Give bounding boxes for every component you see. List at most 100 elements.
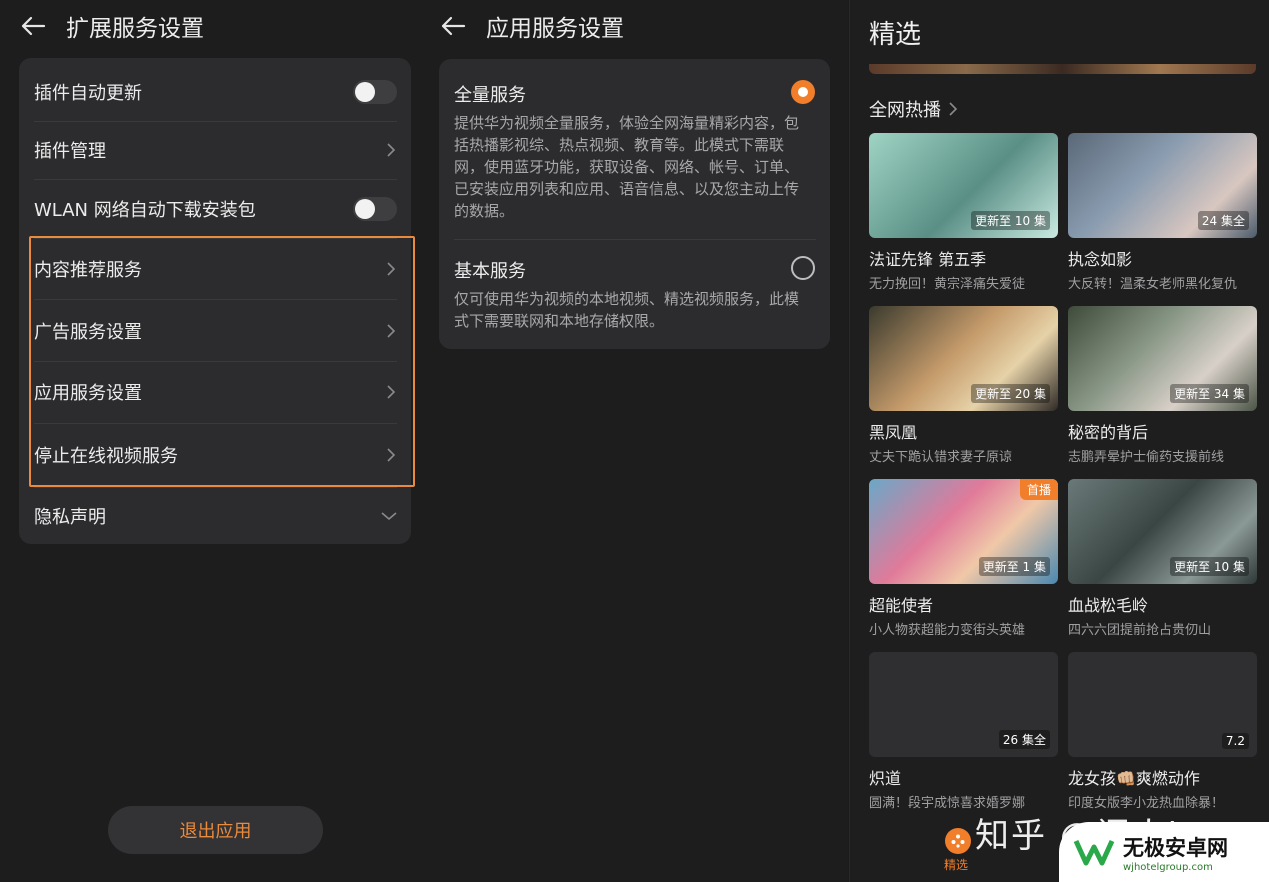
row-label: 停止在线视频服务 bbox=[34, 446, 178, 467]
video-thumbnail: 更新至 34 集 bbox=[1068, 306, 1257, 411]
row-label: 应用服务设置 bbox=[34, 383, 142, 404]
row-plugin-management[interactable]: 插件管理 bbox=[34, 130, 397, 170]
episode-badge: 更新至 10 集 bbox=[971, 211, 1050, 230]
row-label: 隐私声明 bbox=[34, 507, 106, 528]
video-title: 执念如影 bbox=[1068, 250, 1133, 269]
chevron-right-icon bbox=[387, 385, 396, 399]
chevron-right-icon bbox=[387, 262, 396, 276]
video-card[interactable]: 更新至 10 集 法证先锋 第五季 无力挽回！黄宗泽痛失爱徒 bbox=[869, 133, 1058, 292]
site-watermark: 无极安卓网 wjhotelgroup.com bbox=[1059, 822, 1269, 882]
section-title: 全网热播 bbox=[869, 100, 941, 121]
row-privacy-statement[interactable]: 隐私声明 bbox=[34, 496, 397, 536]
video-title: 炽道 bbox=[869, 769, 902, 788]
divider bbox=[34, 361, 397, 362]
chevron-right-icon bbox=[387, 143, 396, 157]
page-title: 扩展服务设置 bbox=[66, 16, 204, 42]
row-ad-settings[interactable]: 广告服务设置 bbox=[34, 311, 397, 351]
row-label: 广告服务设置 bbox=[34, 322, 142, 343]
row-label: WLAN 网络自动下载安装包 bbox=[34, 200, 256, 221]
divider bbox=[454, 239, 816, 240]
row-label: 插件自动更新 bbox=[34, 83, 142, 104]
divider bbox=[34, 121, 397, 122]
row-plugin-auto-update[interactable]: 插件自动更新 bbox=[34, 72, 397, 112]
full-service-radio[interactable] bbox=[791, 80, 815, 104]
video-subtitle: 小人物获超能力变街头英雄 bbox=[869, 623, 1026, 638]
video-subtitle: 志鹏弄晕护士偷药支援前线 bbox=[1068, 450, 1225, 465]
episode-badge: 更新至 10 集 bbox=[1170, 557, 1249, 576]
divider bbox=[34, 487, 397, 488]
episode-badge: 24 集全 bbox=[1197, 211, 1249, 230]
banner-image[interactable] bbox=[869, 64, 1256, 74]
section-header-trending[interactable]: 全网热播 bbox=[869, 96, 959, 122]
video-thumbnail: 更新至 10 集 bbox=[1068, 479, 1257, 584]
episode-badge: 更新至 1 集 bbox=[978, 557, 1050, 576]
video-card[interactable]: 更新至 34 集 秘密的背后 志鹏弄晕护士偷药支援前线 bbox=[1068, 306, 1257, 465]
video-title: 法证先锋 第五季 bbox=[869, 250, 987, 269]
video-card[interactable]: 7.2 龙女孩👊🏼爽燃动作 印度女版李小龙热血除暴！ bbox=[1068, 652, 1257, 811]
dots-icon bbox=[951, 834, 965, 848]
video-thumbnail: 7.2 bbox=[1068, 652, 1257, 757]
episode-badge: 更新至 20 集 bbox=[971, 384, 1050, 403]
video-thumbnail: 首播 更新至 1 集 bbox=[869, 479, 1058, 584]
video-title: 黑凤凰 bbox=[869, 423, 918, 442]
video-thumbnail: 26 集全 bbox=[869, 652, 1058, 757]
video-title: 超能使者 bbox=[869, 596, 934, 615]
site-logo-icon bbox=[1071, 833, 1117, 871]
option-description: 提供华为视频全量服务，体验全网海量精彩内容，包括热播影视综、热点视频、教育等。此… bbox=[454, 114, 800, 220]
option-description: 仅可使用华为视频的本地视频、精选视频服务，此模式下需要联网和本地存储权限。 bbox=[454, 290, 800, 330]
back-arrow-icon bbox=[441, 16, 466, 36]
video-subtitle: 大反转！温柔女老师黑化复仇 bbox=[1068, 277, 1238, 292]
video-thumbnail: 更新至 20 集 bbox=[869, 306, 1058, 411]
service-options-card: 全量服务 提供华为视频全量服务，体验全网海量精彩内容，包括热播影视综、热点视频、… bbox=[439, 59, 830, 349]
page-title: 应用服务设置 bbox=[486, 16, 624, 42]
divider bbox=[34, 238, 397, 239]
option-title: 全量服务 bbox=[454, 85, 526, 106]
chevron-right-icon bbox=[387, 448, 396, 462]
toggle-knob bbox=[355, 82, 375, 102]
back-arrow-icon bbox=[21, 16, 46, 36]
featured-tab-icon[interactable] bbox=[945, 828, 971, 854]
row-app-service-settings[interactable]: 应用服务设置 bbox=[34, 372, 397, 412]
rating-badge: 7.2 bbox=[1221, 733, 1249, 749]
featured-tab-label[interactable]: 精选 bbox=[944, 856, 968, 873]
wlan-auto-download-toggle[interactable] bbox=[353, 197, 397, 221]
basic-service-radio[interactable] bbox=[791, 256, 815, 280]
premiere-badge: 首播 bbox=[1019, 479, 1058, 500]
row-content-recommendation[interactable]: 内容推荐服务 bbox=[34, 249, 397, 289]
video-title: 血战松毛岭 bbox=[1068, 596, 1149, 615]
chevron-down-icon bbox=[381, 512, 397, 521]
video-title: 龙女孩👊🏼爽燃动作 bbox=[1068, 769, 1200, 788]
extension-settings-panel: 扩展服务设置 插件自动更新 插件管理 WLAN 网络自动下载安装包 内容推荐服务… bbox=[0, 0, 428, 882]
video-subtitle: 四六六团提前抢占贵仞山 bbox=[1068, 623, 1212, 638]
video-thumbnail: 更新至 10 集 bbox=[869, 133, 1058, 238]
page-title: 精选 bbox=[869, 20, 922, 50]
video-subtitle: 丈夫下跪认错求妻子原谅 bbox=[869, 450, 1013, 465]
row-label: 内容推荐服务 bbox=[34, 260, 142, 281]
exit-app-button[interactable]: 退出应用 bbox=[108, 806, 323, 854]
site-name: 无极安卓网 bbox=[1123, 835, 1228, 860]
site-url: wjhotelgroup.com bbox=[1123, 861, 1213, 873]
settings-card: 插件自动更新 插件管理 WLAN 网络自动下载安装包 内容推荐服务 广告服务设置… bbox=[19, 58, 411, 544]
video-card[interactable]: 26 集全 炽道 圆满！段宇成惊喜求婚罗娜 bbox=[869, 652, 1058, 811]
app-service-settings-panel: 应用服务设置 全量服务 提供华为视频全量服务，体验全网海量精彩内容，包括热播影视… bbox=[428, 0, 848, 882]
back-button[interactable] bbox=[438, 11, 468, 41]
divider bbox=[34, 423, 397, 424]
row-wlan-auto-download[interactable]: WLAN 网络自动下载安装包 bbox=[34, 189, 397, 229]
video-thumbnail: 24 集全 bbox=[1068, 133, 1257, 238]
video-title: 秘密的背后 bbox=[1068, 423, 1149, 442]
video-card[interactable]: 24 集全 执念如影 大反转！温柔女老师黑化复仇 bbox=[1068, 133, 1257, 292]
header: 应用服务设置 bbox=[438, 8, 624, 44]
episode-badge: 26 集全 bbox=[998, 730, 1050, 749]
plugin-auto-update-toggle[interactable] bbox=[353, 80, 397, 104]
episode-badge: 更新至 34 集 bbox=[1170, 384, 1249, 403]
featured-panel: 精选 全网热播 更新至 10 集 法证先锋 第五季 无力挽回！黄宗泽痛失爱徒 2… bbox=[849, 0, 1269, 882]
video-card[interactable]: 更新至 10 集 血战松毛岭 四六六团提前抢占贵仞山 bbox=[1068, 479, 1257, 638]
back-button[interactable] bbox=[18, 11, 48, 41]
chevron-right-icon bbox=[949, 102, 958, 116]
divider bbox=[34, 179, 397, 180]
row-stop-online-video[interactable]: 停止在线视频服务 bbox=[34, 435, 397, 475]
video-card[interactable]: 更新至 20 集 黑凤凰 丈夫下跪认错求妻子原谅 bbox=[869, 306, 1058, 465]
row-label: 插件管理 bbox=[34, 141, 106, 162]
chevron-right-icon bbox=[387, 324, 396, 338]
video-card[interactable]: 首播 更新至 1 集 超能使者 小人物获超能力变街头英雄 bbox=[869, 479, 1058, 638]
